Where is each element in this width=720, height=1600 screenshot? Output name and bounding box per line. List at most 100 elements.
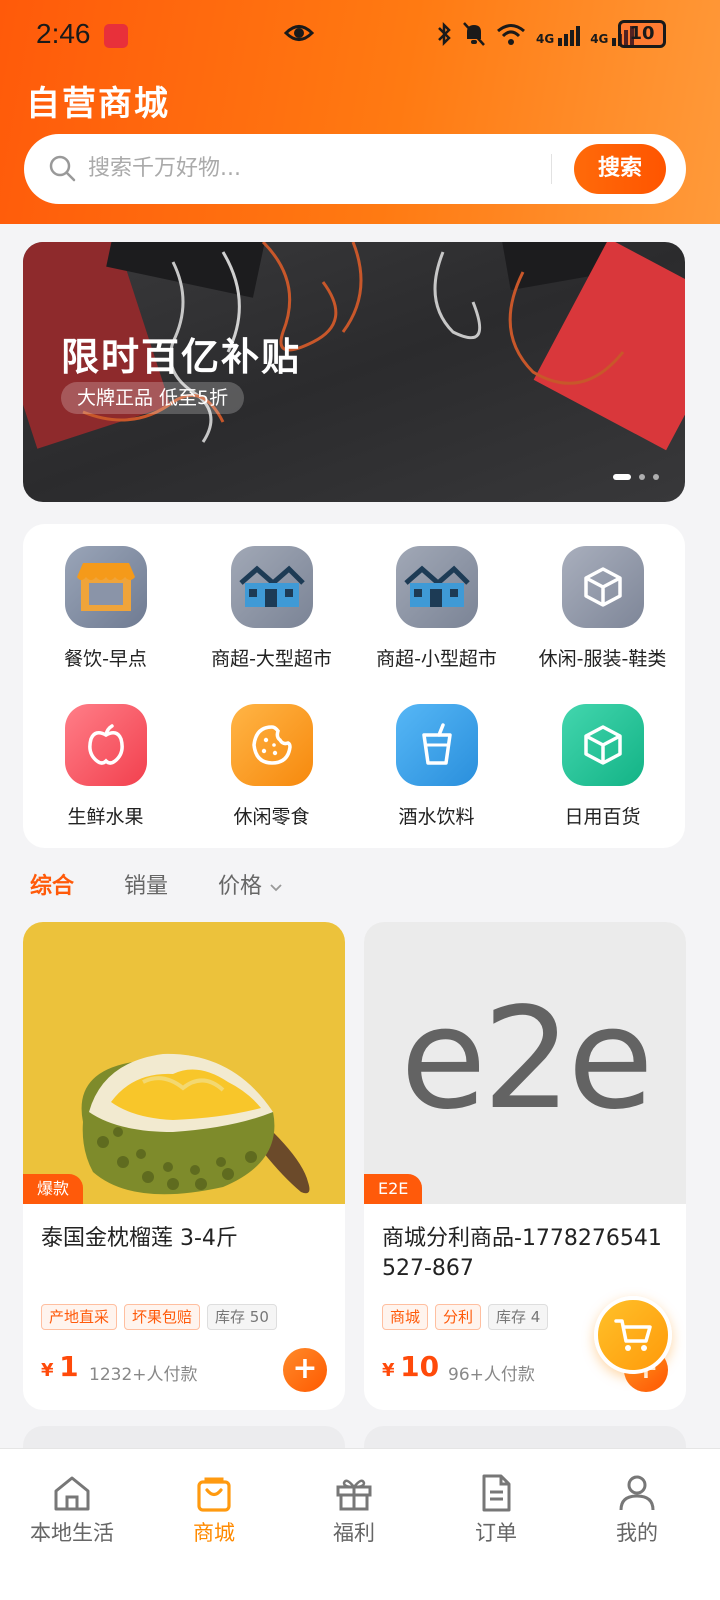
home-icon bbox=[54, 1476, 90, 1511]
category-grid: 餐饮-早点 商超-大型超市 商超-小型超市 休闲-服装-鞋类 生鲜水果 休闲零食 bbox=[23, 524, 685, 848]
product-badge: 产地直采 bbox=[41, 1304, 118, 1330]
category-item-snacks[interactable]: 休闲零食 bbox=[189, 704, 354, 829]
category-item-drinks[interactable]: 酒水饮料 bbox=[354, 704, 519, 829]
durian-image bbox=[81, 1053, 310, 1195]
category-label: 休闲-服装-鞋类 bbox=[538, 648, 667, 670]
category-item-fresh-fruit[interactable]: 生鲜水果 bbox=[23, 704, 188, 829]
pagination-dot bbox=[639, 474, 645, 480]
page-title: 自营商城 bbox=[26, 84, 170, 124]
category-item-daily-goods[interactable]: 日用百货 bbox=[520, 704, 685, 829]
category-label: 休闲零食 bbox=[233, 806, 310, 828]
app-notification-icon bbox=[104, 24, 128, 48]
floating-cart-button[interactable] bbox=[594, 1296, 672, 1374]
product-badge: 分利 bbox=[435, 1304, 482, 1330]
category-label: 生鲜水果 bbox=[67, 806, 144, 828]
currency-symbol: ¥ bbox=[382, 1360, 395, 1381]
add-to-cart-button[interactable]: + bbox=[283, 1348, 327, 1392]
product-sold-count: 1232+人付款 bbox=[89, 1365, 198, 1385]
category-label: 酒水饮料 bbox=[398, 806, 475, 828]
search-bar[interactable]: 搜索 bbox=[24, 134, 686, 204]
banner-pagination bbox=[613, 474, 659, 480]
category-label: 餐饮-早点 bbox=[64, 648, 147, 670]
tab-label: 福利 bbox=[333, 1521, 375, 1545]
product-tag: E2E bbox=[364, 1174, 423, 1204]
search-divider bbox=[551, 154, 552, 184]
pagination-dot-active bbox=[613, 474, 631, 480]
cookie-icon bbox=[230, 704, 313, 786]
chevron-down-icon bbox=[270, 884, 282, 892]
box-icon bbox=[561, 704, 644, 786]
signal-icon: 4G bbox=[536, 26, 581, 46]
tab-label: 商城 bbox=[193, 1521, 235, 1545]
product-image: e2e bbox=[364, 922, 686, 1204]
houses-icon bbox=[230, 546, 313, 628]
tab-mall[interactable]: 商城 bbox=[142, 1473, 286, 1547]
product-price: ¥ 1 bbox=[41, 1350, 79, 1383]
price-value: 10 bbox=[400, 1350, 440, 1383]
wifi-icon bbox=[496, 22, 526, 50]
bluetooth-icon bbox=[436, 21, 452, 51]
cart-icon bbox=[614, 1319, 652, 1351]
product-image-text: e2e bbox=[400, 978, 653, 1141]
tab-label: 本地生活 bbox=[30, 1521, 114, 1545]
category-item-large-supermarket[interactable]: 商超-大型超市 bbox=[189, 546, 354, 671]
price-value: 1 bbox=[59, 1350, 79, 1383]
currency-symbol: ¥ bbox=[41, 1360, 54, 1381]
bell-muted-icon bbox=[462, 21, 486, 51]
category-item-breakfast[interactable]: 餐饮-早点 bbox=[23, 546, 188, 671]
product-price: ¥ 10 bbox=[382, 1350, 439, 1383]
apple-icon bbox=[64, 704, 147, 786]
search-icon bbox=[48, 154, 76, 186]
document-icon bbox=[482, 1474, 511, 1512]
gift-icon bbox=[336, 1479, 372, 1511]
shopping-bag-icon bbox=[197, 1477, 231, 1512]
product-tag: 爆款 bbox=[23, 1174, 84, 1204]
tab-label: 订单 bbox=[475, 1521, 517, 1545]
box-icon bbox=[561, 546, 644, 628]
signal-type: 4G bbox=[536, 32, 555, 46]
stock-badge: 库存 50 bbox=[207, 1304, 277, 1330]
product-card[interactable]: 爆款 泰国金枕榴莲 3-4斤 产地直采 坏果包赔 库存 50 ¥ 1 1232+… bbox=[23, 922, 345, 1410]
tab-label: 我的 bbox=[616, 1521, 658, 1545]
signal-type: 4G bbox=[590, 32, 609, 46]
banner-subtitle: 大牌正品 低至5折 bbox=[61, 382, 245, 414]
header: 2:46 4G 4G 10 自营商城 搜索千万好物... 搜索 bbox=[0, 0, 720, 224]
product-name: 商城分利商品-1778276541527-867 bbox=[382, 1226, 662, 1281]
banner-title: 限时百亿补贴 bbox=[61, 335, 302, 379]
product-image bbox=[23, 922, 345, 1204]
tab-profile[interactable]: 我的 bbox=[565, 1473, 709, 1547]
battery-icon: 10 bbox=[618, 20, 666, 48]
tab-orders[interactable]: 订单 bbox=[424, 1473, 568, 1547]
product-badge: 商城 bbox=[382, 1304, 429, 1330]
user-icon bbox=[619, 1475, 655, 1511]
promo-banner[interactable]: 限时百亿补贴 大牌正品 低至5折 bbox=[23, 242, 685, 502]
category-label: 商超-小型超市 bbox=[376, 648, 497, 670]
category-label: 商超-大型超市 bbox=[211, 648, 332, 670]
eye-icon bbox=[283, 22, 315, 48]
sort-tab-price-label: 价格 bbox=[218, 874, 263, 899]
product-badges: 商城 分利 库存 4 bbox=[382, 1304, 549, 1330]
storefront-icon bbox=[64, 546, 147, 628]
sort-tab-comprehensive[interactable]: 综合 bbox=[30, 868, 74, 900]
category-item-small-supermarket[interactable]: 商超-小型超市 bbox=[354, 546, 519, 671]
stock-badge: 库存 4 bbox=[488, 1304, 549, 1330]
status-bar: 2:46 4G 4G 10 bbox=[0, 14, 720, 58]
tab-welfare[interactable]: 福利 bbox=[282, 1473, 426, 1547]
houses-icon bbox=[395, 546, 478, 628]
product-name: 泰国金枕榴莲 3-4斤 bbox=[41, 1226, 238, 1251]
product-badge: 坏果包赔 bbox=[124, 1304, 201, 1330]
bottom-tab-bar: 本地生活 商城 福利 订单 我的 bbox=[0, 1448, 720, 1600]
search-input[interactable] bbox=[88, 148, 548, 188]
tab-local-life[interactable]: 本地生活 bbox=[0, 1473, 144, 1547]
pagination-dot bbox=[653, 474, 659, 480]
status-icons: 4G 4G bbox=[436, 20, 635, 52]
category-item-clothing-shoes[interactable]: 休闲-服装-鞋类 bbox=[520, 546, 685, 671]
search-button[interactable]: 搜索 bbox=[574, 144, 666, 194]
sort-tab-sales[interactable]: 销量 bbox=[124, 868, 168, 900]
status-time: 2:46 bbox=[36, 18, 91, 49]
sort-tab-price[interactable]: 价格 bbox=[218, 868, 283, 900]
product-badges: 产地直采 坏果包赔 库存 50 bbox=[41, 1304, 277, 1330]
product-sold-count: 96+人付款 bbox=[448, 1365, 535, 1385]
category-label: 日用百货 bbox=[564, 806, 641, 828]
cup-icon bbox=[395, 704, 478, 786]
